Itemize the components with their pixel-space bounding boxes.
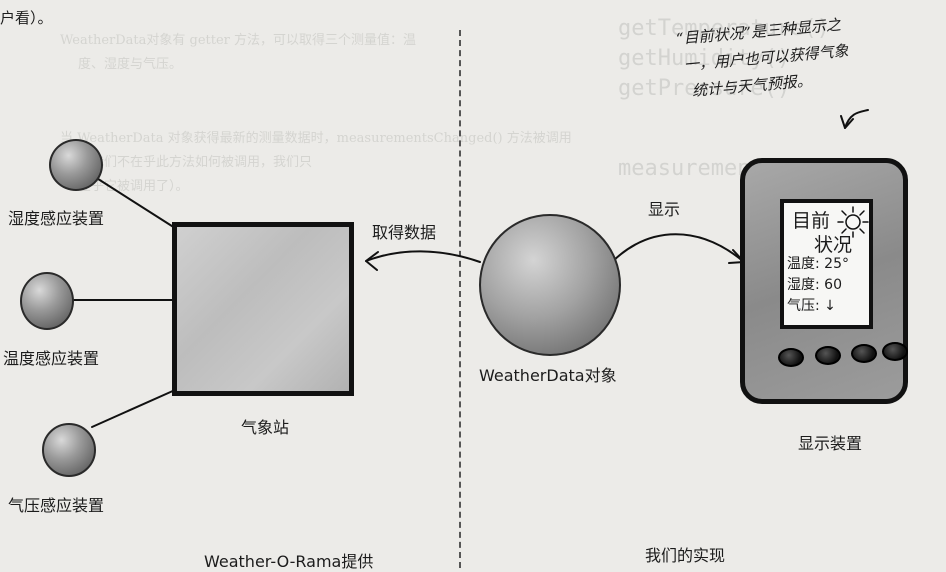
display-device-label: 显示装置 bbox=[798, 434, 863, 453]
pressure-sensor-label: 气压感应装置 bbox=[8, 496, 105, 515]
humidity-sensor-icon bbox=[49, 139, 103, 191]
provider-label: Weather-O-Rama提供 bbox=[204, 552, 374, 571]
screen-title-line1: 目前 bbox=[792, 210, 831, 232]
screen-pressure-line: 气压: ↓ bbox=[787, 298, 836, 314]
weather-station-box bbox=[172, 222, 354, 396]
temperature-sensor-label: 温度感应装置 bbox=[3, 349, 100, 368]
device-button-4[interactable] bbox=[882, 342, 908, 361]
pull-data-label: 取得数据 bbox=[372, 223, 437, 242]
screen-humidity-line: 温度: 25° bbox=[787, 256, 849, 272]
display-device: 目前 状况 温度: 25° 湿度: 60 气压: ↓ bbox=[740, 158, 908, 404]
weather-station-label: 气象站 bbox=[241, 418, 290, 437]
screen-temp-line: 湿度: 60 bbox=[787, 277, 842, 293]
temperature-sensor-icon bbox=[20, 272, 74, 330]
humidity-sensor-label: 湿度感应装置 bbox=[8, 209, 105, 228]
device-screen: 目前 状况 温度: 25° 湿度: 60 气压: ↓ bbox=[780, 199, 873, 329]
weather-data-object-icon bbox=[479, 214, 621, 356]
display-arrow-label: 显示 bbox=[648, 200, 681, 219]
weather-data-label: WeatherData对象 bbox=[479, 366, 617, 385]
our-implementation-label: 我们的实现 bbox=[645, 546, 726, 565]
sun-icon bbox=[837, 206, 869, 238]
device-button-2[interactable] bbox=[815, 346, 841, 365]
device-button-3[interactable] bbox=[851, 344, 877, 363]
pressure-sensor-icon bbox=[42, 423, 96, 477]
device-button-1[interactable] bbox=[778, 348, 804, 367]
